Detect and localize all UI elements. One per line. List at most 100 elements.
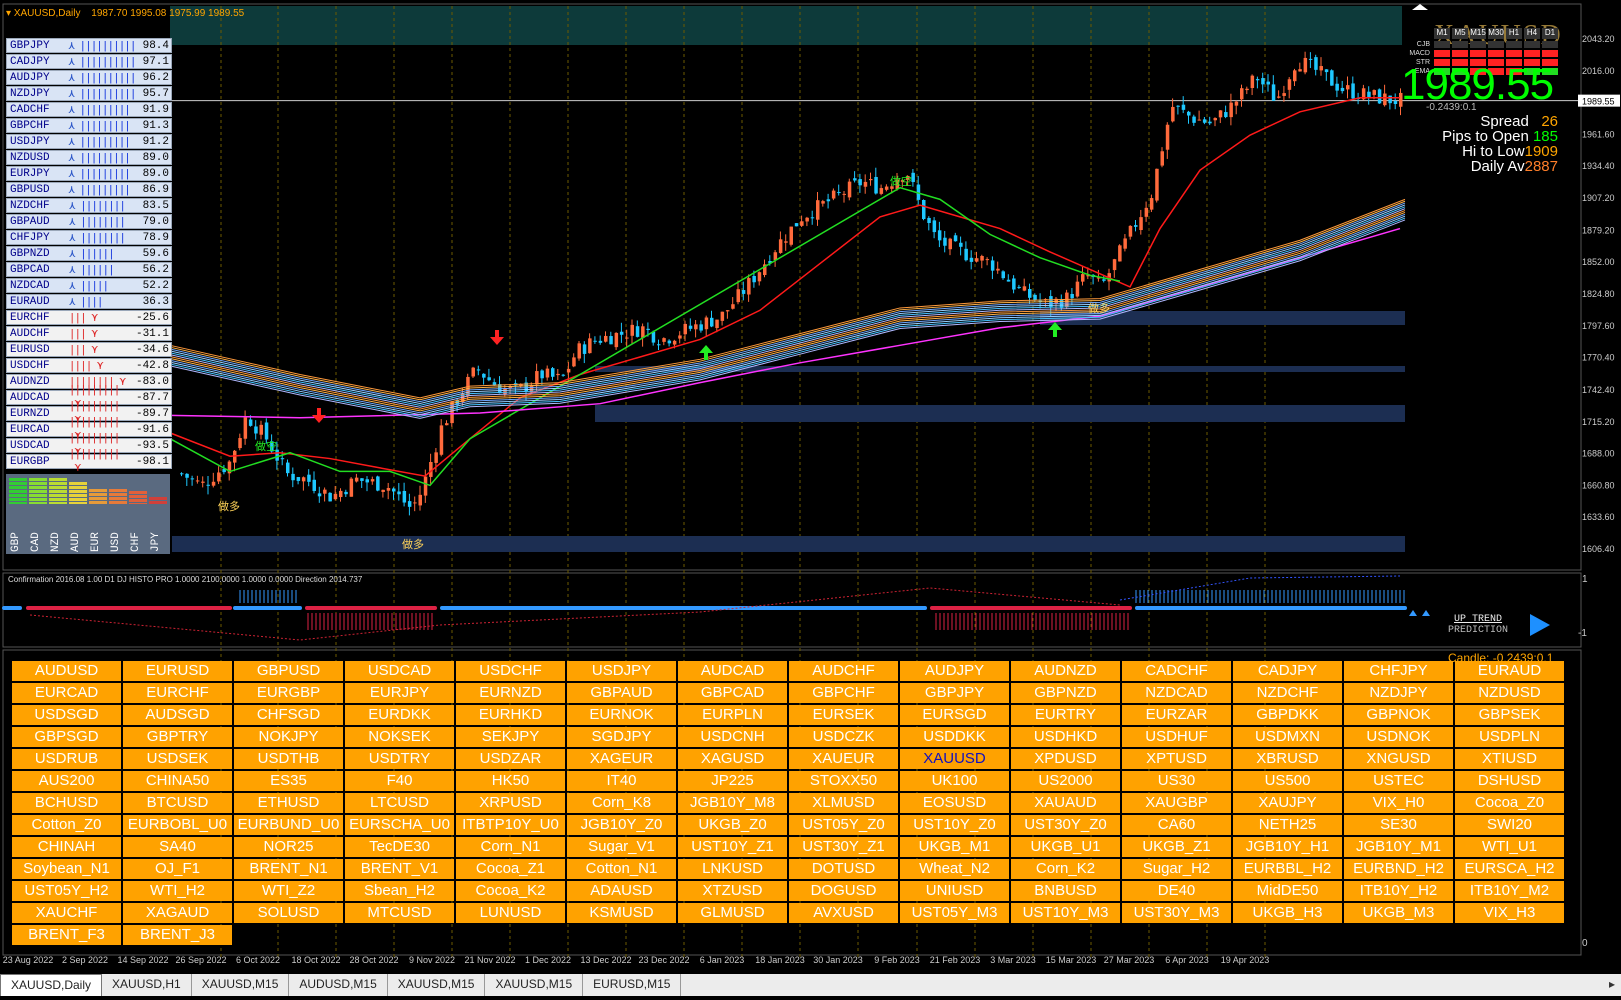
symbol-button-wti-u1[interactable]: WTI_U1 [1455, 837, 1564, 857]
symbol-button-brent-f3[interactable]: BRENT_F3 [12, 925, 121, 945]
symbol-button-usdhuf[interactable]: USDHUF [1122, 727, 1231, 747]
symbol-button-wti-h2[interactable]: WTI_H2 [123, 881, 232, 901]
symbol-button-jgb10y-z0[interactable]: JGB10Y_Z0 [567, 815, 676, 835]
symbol-button-ukgb-z1[interactable]: UKGB_Z1 [1122, 837, 1231, 857]
symbol-button-lunusd[interactable]: LUNUSD [456, 903, 565, 923]
symbol-button-cotton-n1[interactable]: Cotton_N1 [567, 859, 676, 879]
strength-row[interactable]: AUDJPY ⋏ |||||||||| 96.2 [6, 70, 172, 85]
symbol-button-stoxx50[interactable]: STOXX50 [789, 771, 898, 791]
symbol-button-ust10y-m3[interactable]: UST10Y_M3 [1011, 903, 1120, 923]
symbol-button-xauchf[interactable]: XAUCHF [12, 903, 121, 923]
symbol-button-corn-k8[interactable]: Corn_K8 [567, 793, 676, 813]
symbol-button-nokjpy[interactable]: NOKJPY [234, 727, 343, 747]
symbol-button-usdrub[interactable]: USDRUB [12, 749, 121, 769]
strength-row[interactable]: EURUSD ||| ⋎ -34.6 [6, 342, 172, 357]
symbol-button-gbpdkk[interactable]: GBPDKK [1233, 705, 1342, 725]
symbol-button-eurcad[interactable]: EURCAD [12, 683, 121, 703]
symbol-button-dogusd[interactable]: DOGUSD [789, 881, 898, 901]
symbol-button-chinah[interactable]: CHINAH [12, 837, 121, 857]
strength-row[interactable]: EURJPY ⋏ ||||||||| 89.0 [6, 166, 172, 181]
symbol-button-avxusd[interactable]: AVXUSD [789, 903, 898, 923]
symbol-button-xlmusd[interactable]: XLMUSD [789, 793, 898, 813]
symbol-button-wti-z2[interactable]: WTI_Z2 [234, 881, 343, 901]
symbol-button-xauaud[interactable]: XAUAUD [1011, 793, 1120, 813]
symbol-button-jp225[interactable]: JP225 [678, 771, 787, 791]
symbol-button-hk50[interactable]: HK50 [456, 771, 565, 791]
symbol-button-gbpnok[interactable]: GBPNOK [1344, 705, 1453, 725]
symbol-button-gbptry[interactable]: GBPTRY [123, 727, 232, 747]
symbol-button-de40[interactable]: DE40 [1122, 881, 1231, 901]
symbol-button-solusd[interactable]: SOLUSD [234, 903, 343, 923]
symbol-button-nzdjpy[interactable]: NZDJPY [1344, 683, 1453, 703]
symbol-button-eosusd[interactable]: EOSUSD [900, 793, 1009, 813]
symbol-button-eurzar[interactable]: EURZAR [1122, 705, 1231, 725]
symbol-button-ksmusd[interactable]: KSMUSD [567, 903, 676, 923]
symbol-button-vix-h3[interactable]: VIX_H3 [1455, 903, 1564, 923]
symbol-button-sekjpy[interactable]: SEKJPY [456, 727, 565, 747]
strength-row[interactable]: AUDCHF ||| ⋎ -31.1 [6, 326, 172, 341]
symbol-button-usdmxn[interactable]: USDMXN [1233, 727, 1342, 747]
chart-tab[interactable]: AUDUSD,M15 [289, 974, 388, 996]
symbol-button-gbpusd[interactable]: GBPUSD [234, 661, 343, 681]
symbol-button-cocoa-z0[interactable]: Cocoa_Z0 [1455, 793, 1564, 813]
symbol-button-usdsek[interactable]: USDSEK [123, 749, 232, 769]
symbol-button-eurdkk[interactable]: EURDKK [345, 705, 454, 725]
symbol-button-noksek[interactable]: NOKSEK [345, 727, 454, 747]
symbol-button-itb10y-m2[interactable]: ITB10Y_M2 [1455, 881, 1564, 901]
symbol-button-ustec[interactable]: USTEC [1344, 771, 1453, 791]
symbol-button-usdpln[interactable]: USDPLN [1455, 727, 1564, 747]
symbol-button-us2000[interactable]: US2000 [1011, 771, 1120, 791]
symbol-button-eursca-h2[interactable]: EURSCA_H2 [1455, 859, 1564, 879]
symbol-button-chfsgd[interactable]: CHFSGD [234, 705, 343, 725]
symbol-button-audchf[interactable]: AUDCHF [789, 661, 898, 681]
symbol-button-eurnzd[interactable]: EURNZD [456, 683, 565, 703]
symbol-button-itb10y-h2[interactable]: ITB10Y_H2 [1344, 881, 1453, 901]
symbol-button-jgb10y-m8[interactable]: JGB10Y_M8 [678, 793, 787, 813]
symbol-button-ukgb-z0[interactable]: UKGB_Z0 [678, 815, 787, 835]
tab-scroll-right-icon[interactable]: ▸ [1603, 974, 1621, 996]
symbol-button-f40[interactable]: F40 [345, 771, 454, 791]
symbol-button-gbpsek[interactable]: GBPSEK [1455, 705, 1564, 725]
symbol-button-ukgb-m3[interactable]: UKGB_M3 [1344, 903, 1453, 923]
symbol-button-xagusd[interactable]: XAGUSD [678, 749, 787, 769]
symbol-button-xaugbp[interactable]: XAUGBP [1122, 793, 1231, 813]
symbol-button-xauusd[interactable]: XAUUSD [900, 749, 1009, 769]
symbol-button-gbpsgd[interactable]: GBPSGD [12, 727, 121, 747]
symbol-button-eurbobl-u0[interactable]: EURBOBL_U0 [123, 815, 232, 835]
symbol-button-jgb10y-h1[interactable]: JGB10Y_H1 [1233, 837, 1342, 857]
symbol-button-soybean-n1[interactable]: Soybean_N1 [12, 859, 121, 879]
symbol-button-oj-f1[interactable]: OJ_F1 [123, 859, 232, 879]
symbol-button-sugar-v1[interactable]: Sugar_V1 [567, 837, 676, 857]
symbol-button-neth25[interactable]: NETH25 [1233, 815, 1342, 835]
symbol-button-mtcusd[interactable]: MTCUSD [345, 903, 454, 923]
symbol-button-sgdjpy[interactable]: SGDJPY [567, 727, 676, 747]
chart-tab[interactable]: EURUSD,M15 [583, 974, 682, 996]
symbol-button-xagaud[interactable]: XAGAUD [123, 903, 232, 923]
strength-row[interactable]: NZDJPY ⋏ |||||||||| 95.7 [6, 86, 172, 101]
symbol-button-ust05y-h2[interactable]: UST05Y_H2 [12, 881, 121, 901]
strength-row[interactable]: EURAUD ⋏ |||| 36.3 [6, 294, 172, 309]
symbol-button-xbrusd[interactable]: XBRUSD [1233, 749, 1342, 769]
symbol-button-brent-j3[interactable]: BRENT_J3 [123, 925, 232, 945]
symbol-button-gbpaud[interactable]: GBPAUD [567, 683, 676, 703]
symbol-button-audcad[interactable]: AUDCAD [678, 661, 787, 681]
symbol-button-us30[interactable]: US30 [1122, 771, 1231, 791]
symbol-button-ca60[interactable]: CA60 [1122, 815, 1231, 835]
symbol-button-brent-v1[interactable]: BRENT_V1 [345, 859, 454, 879]
play-icon[interactable] [1530, 614, 1550, 636]
symbol-button-xngusd[interactable]: XNGUSD [1344, 749, 1453, 769]
symbol-button-gbpnzd[interactable]: GBPNZD [1011, 683, 1120, 703]
symbol-button-usdtry[interactable]: USDTRY [345, 749, 454, 769]
symbol-button-nzdusd[interactable]: NZDUSD [1455, 683, 1564, 703]
symbol-button-usddkk[interactable]: USDDKK [900, 727, 1009, 747]
symbol-button-uniusd[interactable]: UNIUSD [900, 881, 1009, 901]
strength-row[interactable]: GBPJPY ⋏ |||||||||| 98.4 [6, 38, 172, 53]
symbol-button-es35[interactable]: ES35 [234, 771, 343, 791]
symbol-button-xtzusd[interactable]: XTZUSD [678, 881, 787, 901]
symbol-button-sbean-h2[interactable]: Sbean_H2 [345, 881, 454, 901]
chart-tab[interactable]: XAUUSD,M15 [485, 974, 584, 996]
symbol-button-ust05y-z0[interactable]: UST05Y_Z0 [789, 815, 898, 835]
symbol-button-ust30y-z0[interactable]: UST30Y_Z0 [1011, 815, 1120, 835]
symbol-button-sa40[interactable]: SA40 [123, 837, 232, 857]
symbol-button-brent-n1[interactable]: BRENT_N1 [234, 859, 343, 879]
